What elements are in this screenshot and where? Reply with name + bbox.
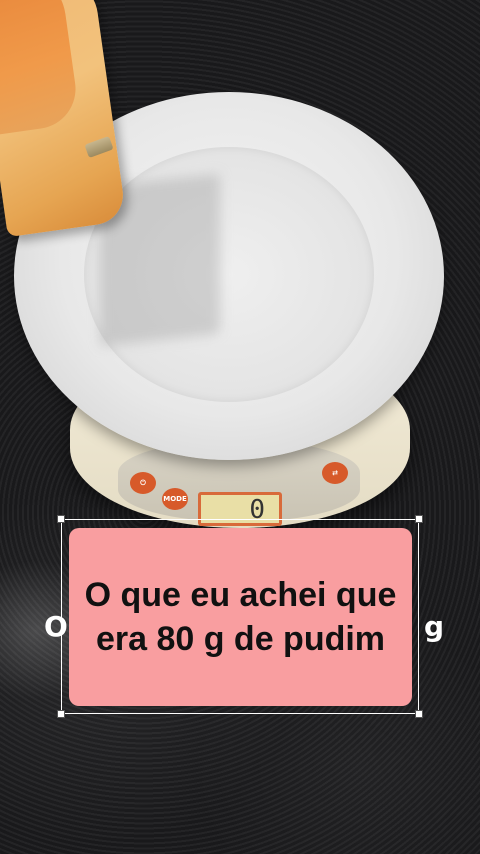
video-frame: ⏻ MODE ⇄ 0 O g O que eu achei que era 80… [0, 0, 480, 854]
power-icon: ⏻ [130, 472, 156, 494]
resize-handle-top-right[interactable] [415, 515, 423, 523]
resize-handle-top-left[interactable] [57, 515, 65, 523]
tare-icon: ⇄ [322, 462, 348, 484]
caption-sticker[interactable]: O que eu achei que era 80 g de pudim [69, 528, 412, 706]
background-caption-right: g [423, 610, 444, 643]
caption-text: O que eu achei que era 80 g de pudim [84, 576, 397, 658]
scale-mode-button: MODE [162, 488, 188, 510]
resize-handle-bottom-right[interactable] [415, 710, 423, 718]
resize-handle-bottom-left[interactable] [57, 710, 65, 718]
